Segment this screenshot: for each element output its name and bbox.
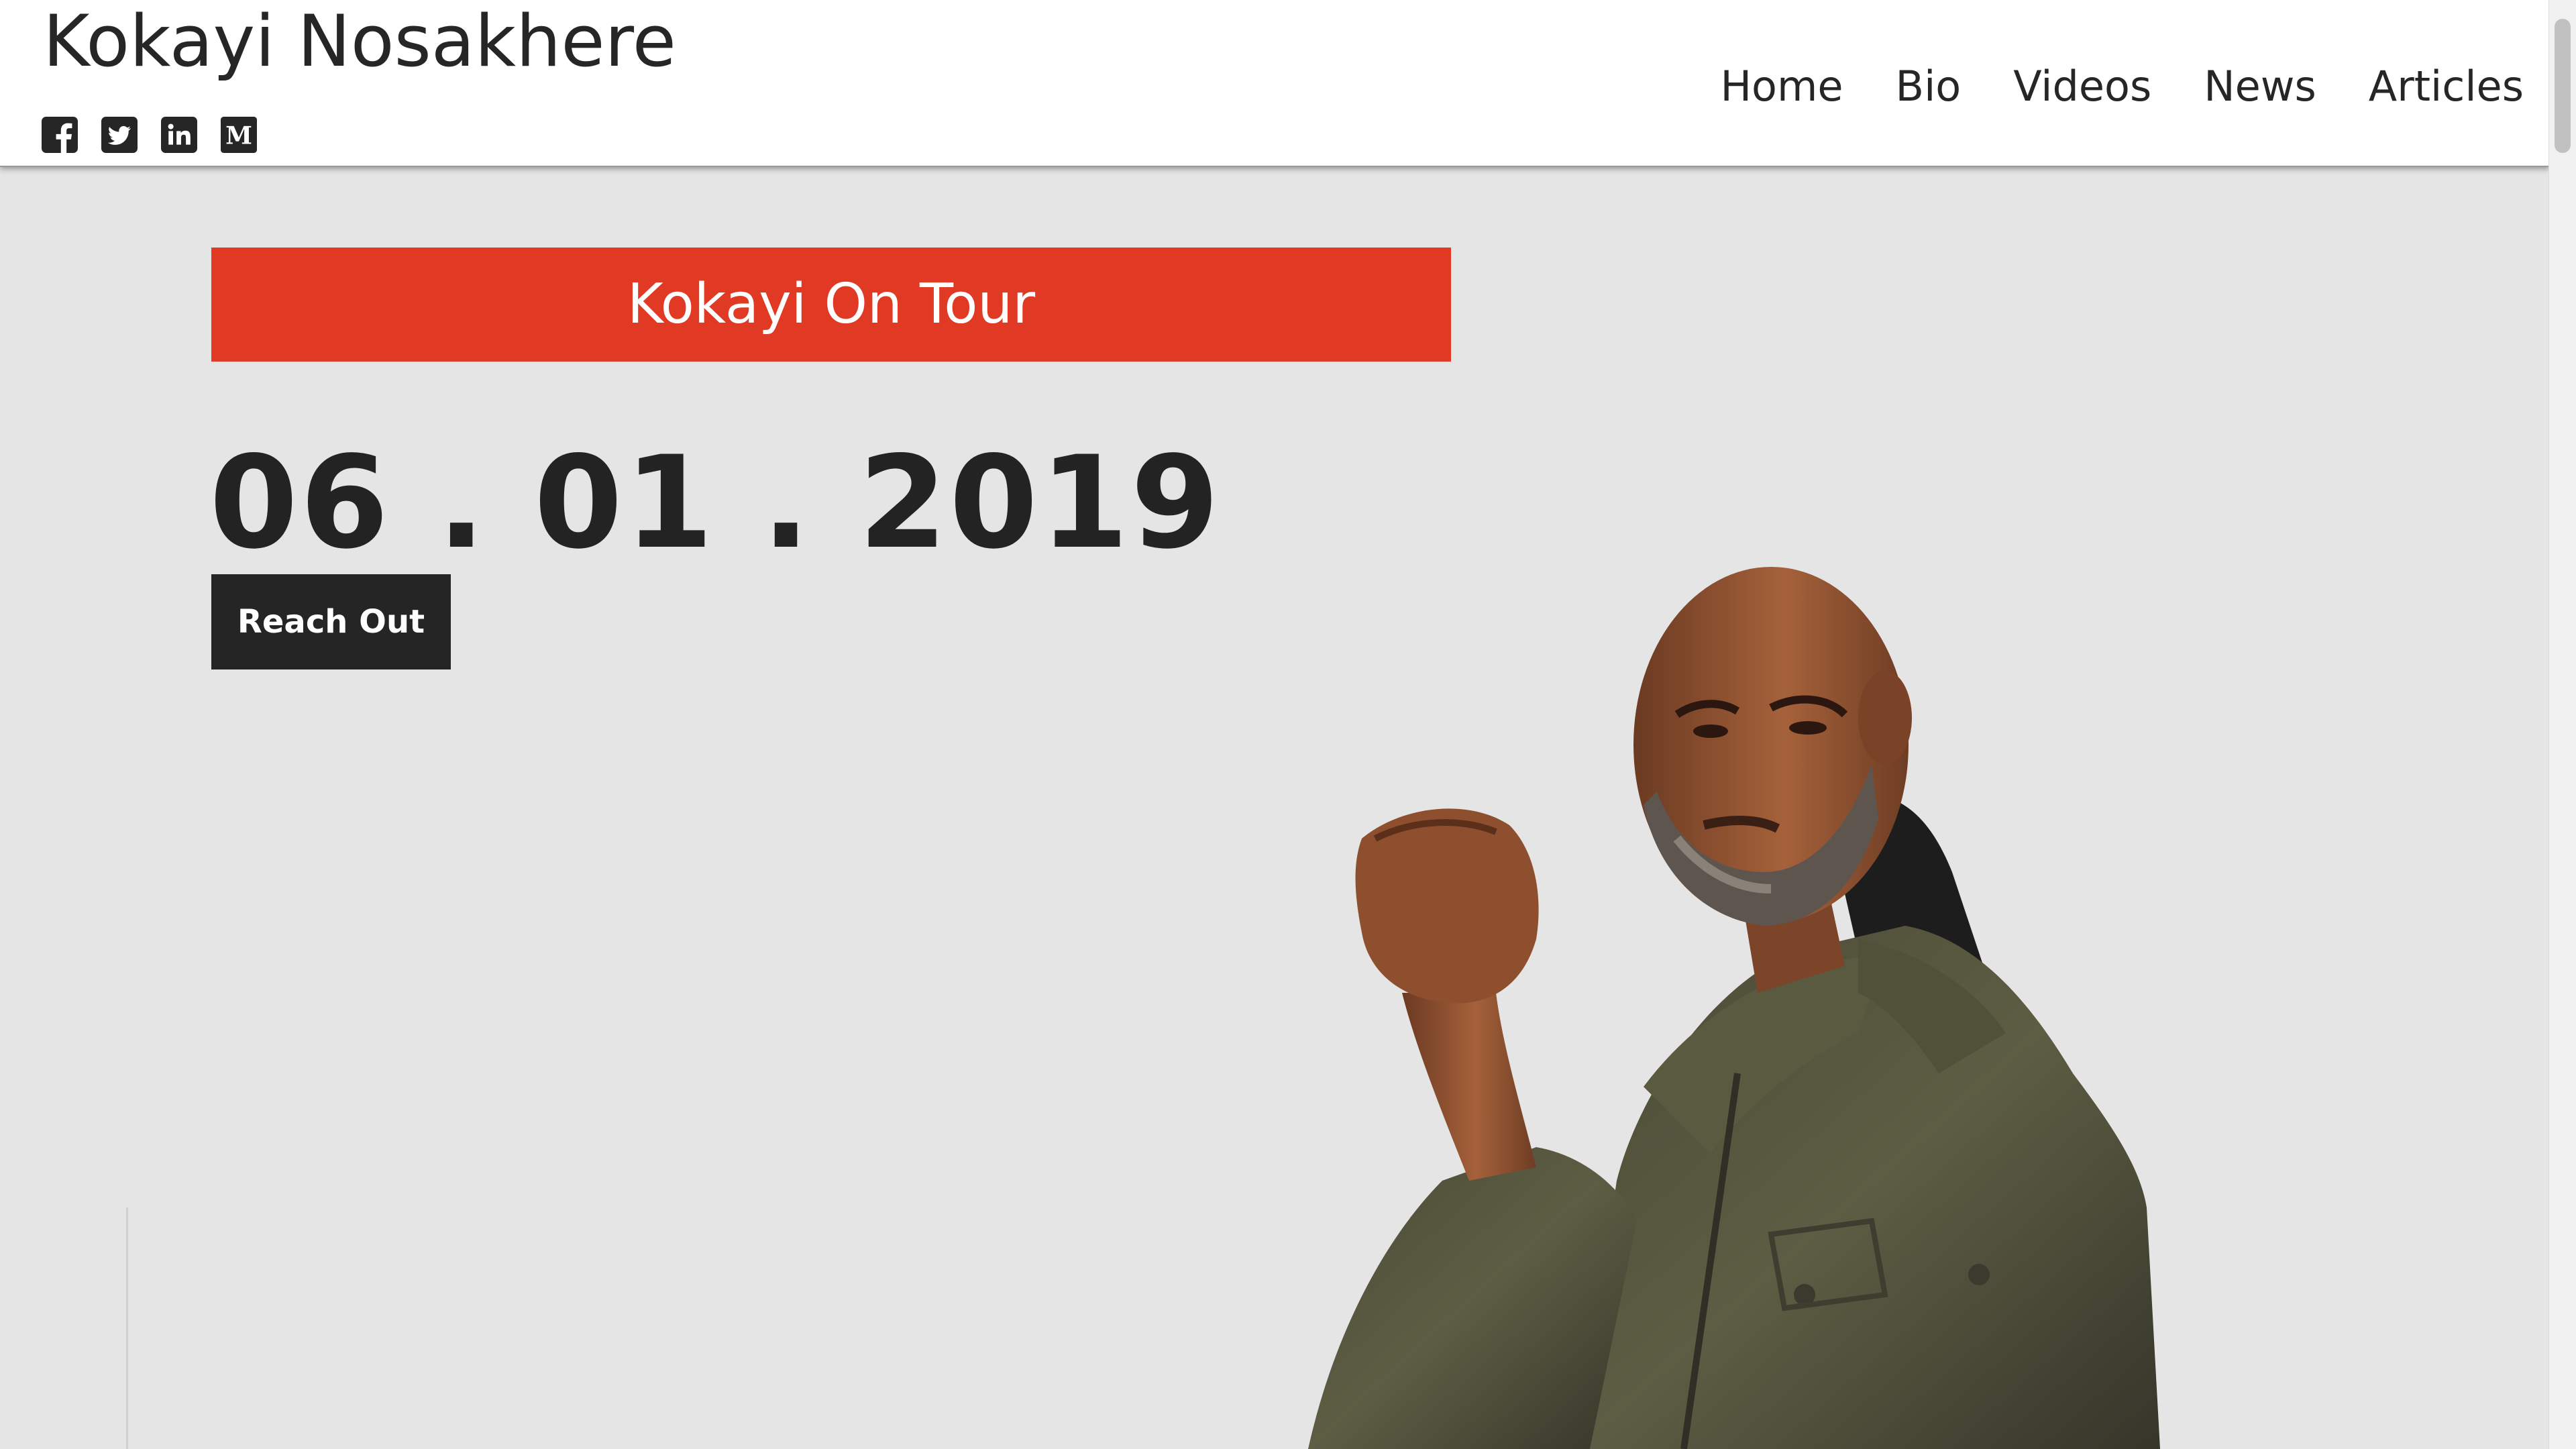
divider-line [126,1208,128,1449]
nav-articles[interactable]: Articles [2369,56,2524,117]
scrollbar-thumb[interactable] [2555,19,2571,153]
site-header: Kokayi Nosakhere M Home Bio Videos News … [0,0,2549,167]
tour-banner: Kokayi On Tour [211,248,1451,362]
medium-icon[interactable]: M [221,117,257,153]
twitter-icon[interactable] [101,117,138,153]
svg-text:M: M [225,122,252,150]
site-title[interactable]: Kokayi Nosakhere [43,0,676,83]
nav-bio[interactable]: Bio [1896,56,1962,117]
main-nav: Home Bio Videos News Articles [1720,56,2524,117]
page: Kokayi Nosakhere M Home Bio Videos News … [0,0,2576,1449]
scrollbar[interactable] [2548,0,2576,1449]
facebook-icon[interactable] [42,117,78,153]
nav-videos[interactable]: Videos [2013,56,2151,117]
nav-news[interactable]: News [2204,56,2316,117]
social-links: M [42,117,257,153]
artist-portrait-image [1308,567,2160,1449]
linkedin-icon[interactable] [161,117,197,153]
nav-home[interactable]: Home [1720,56,1843,117]
reach-out-button[interactable]: Reach Out [211,574,451,669]
